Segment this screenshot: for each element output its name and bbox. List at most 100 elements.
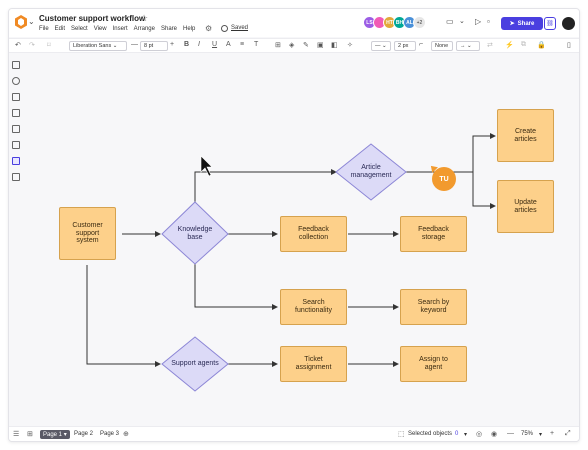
shapes-panel-icon[interactable] xyxy=(12,61,20,69)
document-title[interactable]: Customer support workflow xyxy=(39,14,145,23)
logo-menu-chevron-icon[interactable]: ⌄ xyxy=(28,17,35,26)
image-icon[interactable]: ▣ xyxy=(317,41,324,49)
menu-help[interactable]: Help xyxy=(183,26,195,32)
templates-icon[interactable] xyxy=(12,125,20,133)
tab-page-1[interactable]: Page 1 ▾ xyxy=(40,430,70,439)
connector-style-icon[interactable]: ⌐ xyxy=(419,41,423,48)
bold-icon[interactable]: B xyxy=(184,41,189,48)
menu-select[interactable]: Select xyxy=(71,26,88,32)
fullscreen-icon[interactable]: ⤢ xyxy=(565,430,571,438)
format-toolbar: ↶ ↷ ⌑ Liberation Sans ⌄ — 8 pt + B I U A… xyxy=(9,38,579,53)
fill-color-icon[interactable]: ◈ xyxy=(289,41,294,49)
connector[interactable] xyxy=(406,133,496,173)
knowledge-base-label: Knowledge base xyxy=(177,226,213,241)
grid-view-icon[interactable]: ⊞ xyxy=(27,430,33,438)
menu-bar: File Edit Select View Insert Arrange Sha… xyxy=(39,26,195,32)
assign-to-agent-node[interactable]: Assign to agent xyxy=(400,346,467,382)
create-articles-node[interactable]: Create articles xyxy=(497,109,554,162)
layers-icon[interactable]: ◎ xyxy=(476,430,482,438)
menu-edit[interactable]: Edit xyxy=(55,26,65,32)
more-collaborators-badge[interactable]: +2 xyxy=(413,16,426,29)
line-width-select[interactable]: 2 px xyxy=(394,41,416,51)
collaborator-avatars[interactable]: LS HT BH AL +2 xyxy=(363,16,426,29)
font-size-input[interactable]: 8 pt xyxy=(140,41,168,51)
tab-page-2[interactable]: Page 2 xyxy=(71,430,96,438)
line-style-select[interactable]: — ⌄ xyxy=(371,41,391,51)
align-icon[interactable]: ≡ xyxy=(240,41,244,48)
menu-file[interactable]: File xyxy=(39,26,49,32)
connector[interactable] xyxy=(194,264,278,310)
ticket-assignment-node[interactable]: Ticket assignment xyxy=(280,346,347,382)
zoom-out-icon[interactable]: — xyxy=(507,430,514,437)
chevron-down-icon[interactable]: ⌄ xyxy=(459,17,465,25)
ai-magic-icon[interactable] xyxy=(12,157,20,165)
update-articles-node[interactable]: Update articles xyxy=(497,180,554,233)
menu-view[interactable]: View xyxy=(94,26,107,32)
image-panel-icon[interactable] xyxy=(12,109,20,117)
waypoint-icon[interactable]: ⚡ xyxy=(505,41,514,49)
arrow-end-select[interactable]: → ⌄ xyxy=(456,41,480,51)
frame-icon[interactable] xyxy=(12,93,20,101)
search-by-keyword-node[interactable]: Search by keyword xyxy=(400,289,467,325)
menu-insert[interactable]: Insert xyxy=(113,26,128,32)
support-agents-label: Support agents xyxy=(171,360,219,368)
comment-icon[interactable]: ▭ xyxy=(446,17,454,26)
tab-page-3[interactable]: Page 3 xyxy=(97,430,122,438)
shape-style-icon[interactable]: ◧ xyxy=(331,41,338,49)
arrow-start-select[interactable]: None xyxy=(431,41,453,51)
decrease-font-icon[interactable]: — xyxy=(131,41,138,48)
article-management-label: Article management xyxy=(350,164,392,179)
line-color-icon[interactable]: ✎ xyxy=(303,41,309,49)
zoom-dropdown-icon[interactable]: ▾ xyxy=(539,431,542,438)
tool-rail xyxy=(9,55,23,415)
video-icon[interactable]: ▫ xyxy=(487,17,490,26)
arrange-icon[interactable]: ⧉ xyxy=(521,41,526,49)
extensions-icon[interactable]: ⚙ xyxy=(205,24,212,33)
text-options-icon[interactable]: T xyxy=(254,41,258,48)
zoom-in-icon[interactable]: + xyxy=(550,430,554,437)
line-width-value: 2 px xyxy=(398,43,409,49)
swap-icon[interactable]: ⇄ xyxy=(487,41,493,49)
plugins-icon[interactable] xyxy=(12,173,20,181)
diagram-canvas[interactable]: Customer support system Knowledge base A… xyxy=(23,54,579,426)
increase-font-icon[interactable]: + xyxy=(170,41,174,48)
customer-support-system-node[interactable]: Customer support system xyxy=(59,207,116,260)
lock-icon[interactable]: 🔒 xyxy=(537,41,546,49)
connector[interactable] xyxy=(86,265,161,367)
zoom-level[interactable]: 75% xyxy=(521,431,533,437)
menu-share[interactable]: Share xyxy=(161,26,177,32)
navigation-icon[interactable]: ◉ xyxy=(491,430,497,438)
search-functionality-node[interactable]: Search functionality xyxy=(280,289,347,325)
selection-icon: ⬚ xyxy=(398,431,405,438)
copy-link-button[interactable]: ⛓ xyxy=(544,17,556,30)
italic-icon[interactable]: I xyxy=(198,41,200,48)
redo-icon[interactable]: ↷ xyxy=(29,41,35,49)
panel-toggle-icon[interactable]: ▯ xyxy=(567,41,571,49)
menu-arrange[interactable]: Arrange xyxy=(134,26,155,32)
status-bar: ☰ ⊞ Page 1 ▾ Page 2 Page 3 ⊕ ⬚ Selected … xyxy=(9,426,579,441)
feedback-collection-node[interactable]: Feedback collection xyxy=(280,216,347,252)
add-page-icon[interactable]: ⊕ xyxy=(123,430,129,438)
connector[interactable] xyxy=(472,172,496,209)
undo-icon[interactable]: ↶ xyxy=(15,41,21,49)
app-logo-icon[interactable] xyxy=(15,15,27,29)
star-icon[interactable]: ☆ xyxy=(140,13,148,24)
saved-status[interactable]: Saved xyxy=(231,25,248,31)
table-icon[interactable]: ⊞ xyxy=(275,41,281,49)
connector[interactable] xyxy=(194,169,337,202)
magic-icon[interactable]: ✧ xyxy=(347,41,353,49)
selected-objects-label[interactable]: Selected objects xyxy=(408,431,452,437)
shape-library-icon[interactable] xyxy=(12,77,20,85)
integrations-icon[interactable] xyxy=(12,141,20,149)
underline-icon[interactable]: U xyxy=(212,41,217,48)
selected-dropdown-icon[interactable]: ▾ xyxy=(464,431,467,438)
font-family-select[interactable]: Liberation Sans ⌄ xyxy=(69,41,127,51)
present-icon[interactable]: ▷ xyxy=(475,17,481,26)
share-label: Share xyxy=(517,20,535,27)
text-color-icon[interactable]: A xyxy=(226,41,231,48)
feedback-storage-node[interactable]: Feedback storage xyxy=(400,216,467,252)
user-avatar[interactable] xyxy=(562,17,575,30)
share-button[interactable]: ➤ Share xyxy=(501,17,543,30)
outline-icon[interactable]: ☰ xyxy=(13,430,19,438)
format-painter-icon[interactable]: ⌑ xyxy=(47,41,51,49)
